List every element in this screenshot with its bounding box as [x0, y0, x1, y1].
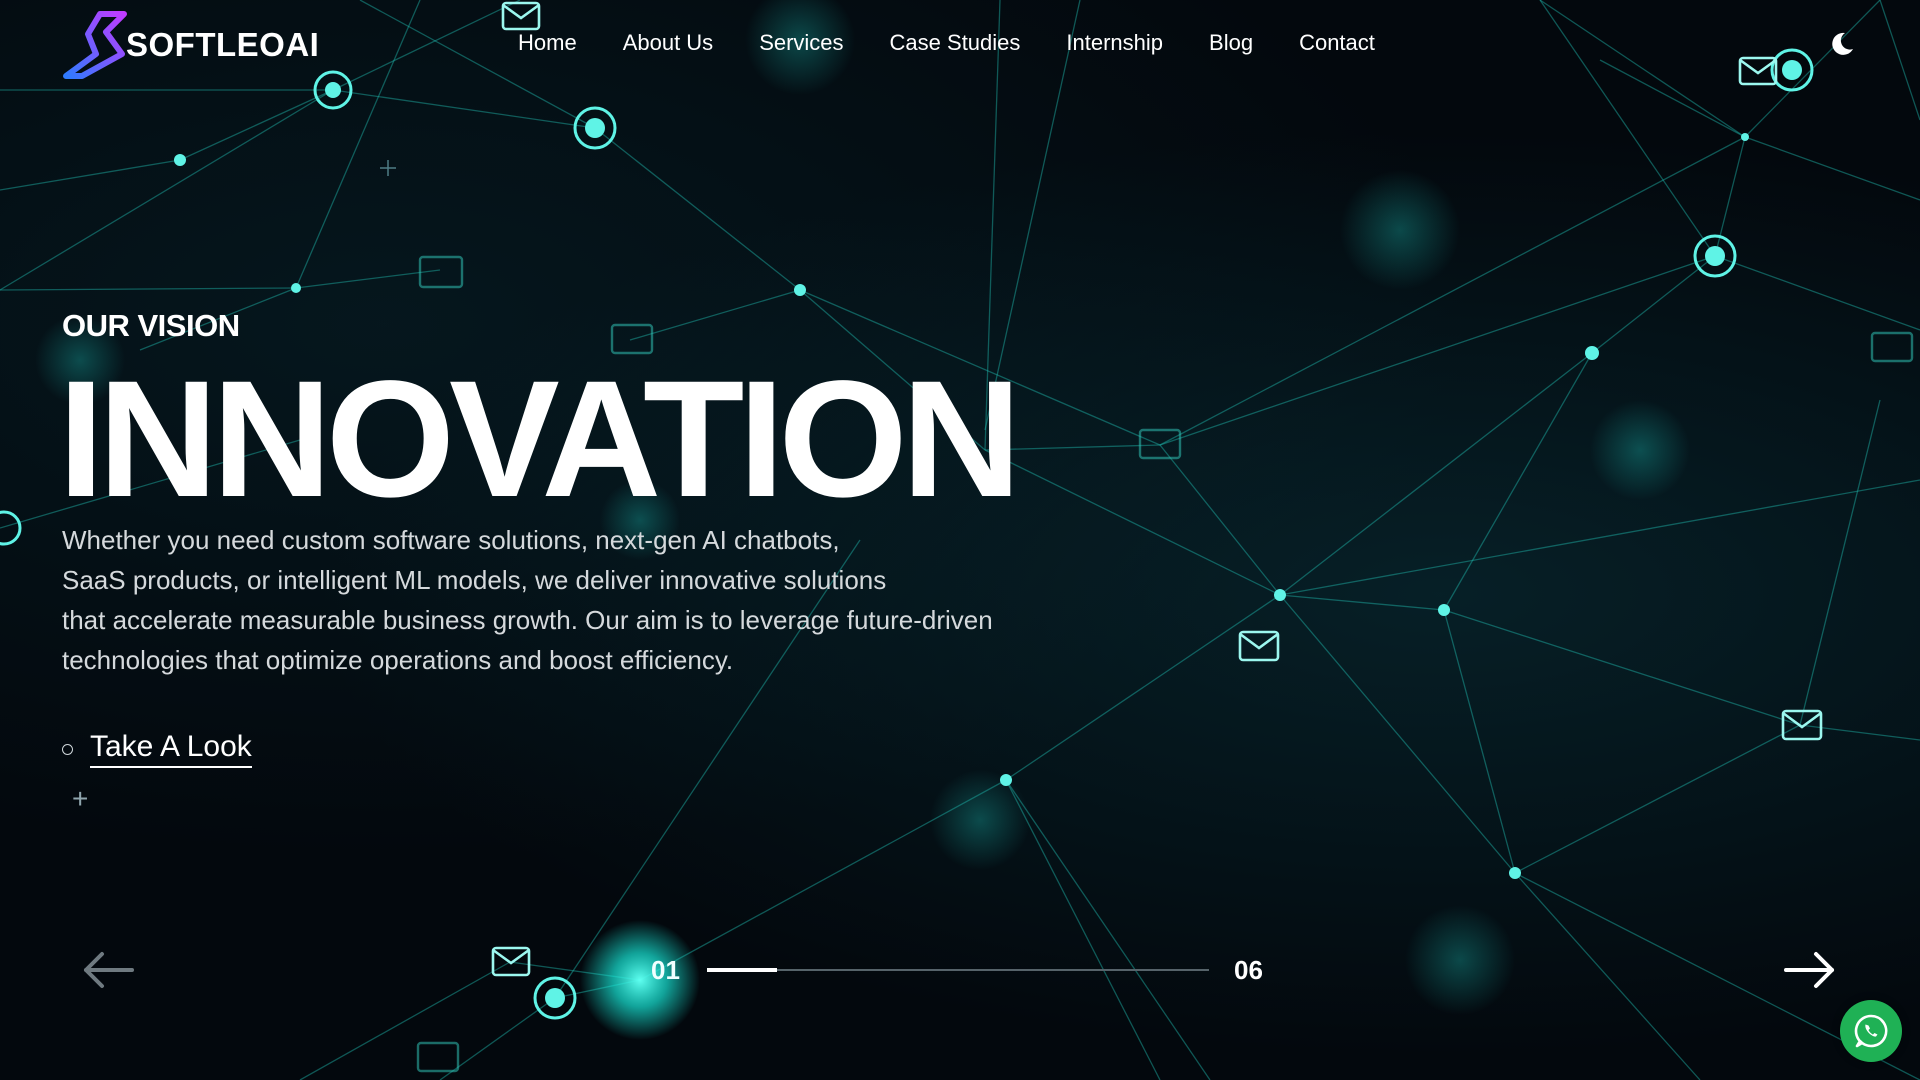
cta-dot-icon — [62, 743, 73, 755]
slide-counter-total: 06 — [1234, 955, 1263, 985]
nav-item-services[interactable]: Services — [759, 28, 843, 58]
plus-decoration-icon: + — [72, 783, 89, 814]
hero-description: Whether you need custom software solutio… — [62, 520, 1062, 680]
slide-progress-fill — [707, 968, 778, 972]
hero-description-line: that accelerate measurable business grow… — [62, 605, 993, 635]
nav-item-internship[interactable]: Internship — [1066, 28, 1163, 58]
brand-logo[interactable]: SOFTLEOAI — [62, 10, 319, 80]
moon-icon[interactable] — [1828, 30, 1856, 58]
hero-description-line: Whether you need custom software solutio… — [62, 525, 840, 555]
slide-counter-current: 01 — [651, 955, 680, 985]
nav-item-home[interactable]: Home — [518, 28, 577, 58]
brand-name: SOFTLEOAI — [126, 26, 320, 63]
site-header: SOFTLEOAI Home About Us Services Case St… — [0, 0, 1920, 90]
take-a-look-cta: Take A Look — [62, 730, 252, 768]
hero-headline: INNOVATION — [58, 347, 1021, 532]
nav-item-blog[interactable]: Blog — [1209, 28, 1253, 58]
nav-item-case-studies[interactable]: Case Studies — [890, 28, 1021, 58]
hero-eyebrow: OUR VISION — [62, 308, 240, 343]
slide-progress-track — [707, 968, 1209, 972]
hero-description-line: SaaS products, or intelligent ML models,… — [62, 565, 887, 595]
logo-mark-icon — [63, 11, 127, 79]
nav-item-about-us[interactable]: About Us — [623, 28, 714, 58]
whatsapp-icon — [1854, 1014, 1888, 1048]
whatsapp-button[interactable] — [1840, 1000, 1902, 1062]
nav-item-contact[interactable]: Contact — [1299, 28, 1375, 58]
hero-description-line: technologies that optimize operations an… — [62, 645, 734, 675]
arrow-right-icon[interactable] — [1782, 950, 1836, 990]
main-nav: Home About Us Services Case Studies Inte… — [518, 28, 1421, 58]
arrow-left-icon[interactable] — [82, 950, 136, 990]
take-a-look-link[interactable]: Take A Look — [90, 730, 252, 768]
